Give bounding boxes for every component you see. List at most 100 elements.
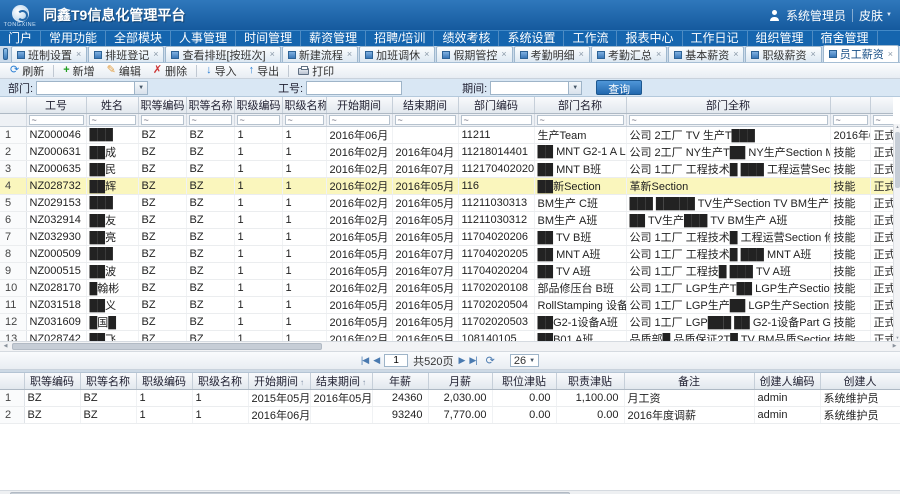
import-button[interactable]: ↓导入 — [200, 64, 243, 78]
tab-item[interactable]: 职级薪资× — [745, 46, 821, 62]
period-input[interactable] — [491, 82, 568, 94]
column-filter[interactable]: ~ — [141, 115, 184, 125]
table-row[interactable]: 2NZ000631██成BZBZ112016年02月2016年04月112180… — [0, 144, 893, 161]
tab-close-icon[interactable]: × — [347, 50, 352, 59]
prev-page-icon[interactable]: ◀ — [373, 355, 379, 366]
scroll-up-icon[interactable]: ▲ — [894, 124, 900, 130]
page-scrollbar[interactable] — [0, 490, 900, 494]
tab-list-icon[interactable] — [3, 48, 8, 60]
column-header[interactable]: 职等编码 — [24, 373, 80, 390]
tab-item[interactable]: 员工薪资× — [823, 45, 899, 62]
column-filter[interactable]: ~ — [537, 115, 624, 125]
tab-item[interactable]: 假期管控× — [436, 46, 512, 62]
column-header[interactable]: 职等名称 — [186, 97, 234, 114]
tab-item[interactable]: 班制设置× — [11, 46, 87, 62]
table-row[interactable]: 1NZ000046███BZBZ112016年06月11211生产Team公司 … — [0, 127, 893, 144]
menu-item[interactable]: 常用功能 — [41, 31, 106, 46]
menu-item[interactable]: 工作日记 — [683, 31, 748, 46]
column-header[interactable]: 职级编码 — [234, 97, 282, 114]
column-header[interactable]: 职位津贴 — [492, 373, 556, 390]
scroll-right-icon[interactable]: ▶ — [889, 342, 900, 351]
reload-icon[interactable]: ⟳ — [486, 354, 495, 367]
column-header[interactable]: 职等编码 — [138, 97, 186, 114]
table-row[interactable]: 12NZ031609█国█BZBZ112016年05月2016年05月11702… — [0, 314, 893, 331]
table-row[interactable]: 6NZ032914██友BZBZ112016年02月2016年05月112110… — [0, 212, 893, 229]
table-row[interactable]: 4NZ028732██辉BZBZ112016年02月2016年05月116██新… — [0, 178, 893, 195]
empno-input[interactable] — [307, 82, 401, 94]
column-header[interactable]: 开始期间↑ — [248, 373, 310, 390]
column-filter[interactable]: ~ — [237, 115, 280, 125]
tab-item[interactable]: 新建流程× — [282, 46, 358, 62]
column-filter[interactable]: ~ — [461, 115, 532, 125]
table-row[interactable]: 8NZ000509███BZBZ112016年05月2016年07月117040… — [0, 246, 893, 263]
table-row[interactable]: 1BZBZ112015年05月2016年05月243602,030.000.00… — [0, 390, 900, 407]
tab-close-icon[interactable]: × — [76, 50, 81, 59]
column-header[interactable] — [870, 97, 893, 114]
column-header[interactable]: 部门名称 — [534, 97, 626, 114]
tab-close-icon[interactable]: × — [270, 50, 275, 59]
tab-close-icon[interactable]: × — [501, 50, 506, 59]
table-row[interactable]: 13NZ028742██飞BZBZ112016年02月2016年05月10814… — [0, 331, 893, 342]
column-filter[interactable]: ~ — [89, 115, 136, 125]
column-header[interactable]: 职级编码 — [136, 373, 192, 390]
tab-item[interactable]: 考勤汇总× — [591, 46, 667, 62]
column-filter[interactable]: ~ — [629, 115, 828, 125]
menu-item[interactable]: 宿舍管理 — [813, 31, 878, 46]
tab-close-icon[interactable]: × — [810, 50, 815, 59]
edit-button[interactable]: ✎编辑 — [101, 64, 147, 78]
column-header[interactable]: 职级名称 — [282, 97, 326, 114]
column-filter[interactable]: ~ — [285, 115, 324, 125]
column-filter[interactable]: ~ — [395, 115, 456, 125]
table-row[interactable]: 2BZBZ112016年06月932407,770.000.000.002016… — [0, 407, 900, 424]
vertical-scroll-thumb[interactable] — [895, 132, 900, 188]
scroll-left-icon[interactable]: ◀ — [0, 342, 11, 351]
menu-item[interactable]: 全部模块 — [106, 31, 171, 46]
column-header[interactable]: 创建人编码 — [754, 373, 820, 390]
column-header[interactable]: 结束期间 — [392, 97, 458, 114]
tab-close-icon[interactable]: × — [153, 50, 158, 59]
horizontal-scrollbar[interactable]: ◀ ▶ — [0, 341, 900, 352]
search-button[interactable]: 查询 — [596, 80, 642, 95]
period-dropdown-icon[interactable]: ▼ — [568, 82, 581, 94]
tab-item[interactable]: 基本薪资× — [668, 46, 744, 62]
column-header[interactable]: 职等名称 — [80, 373, 136, 390]
column-header[interactable]: 备注 — [624, 373, 754, 390]
menu-item[interactable]: 门户 — [0, 31, 41, 46]
menu-item[interactable]: 时间管理 — [236, 31, 301, 46]
tab-item[interactable]: 加班调休× — [359, 46, 435, 62]
tab-item[interactable]: 考勤明细× — [514, 46, 590, 62]
tab-item[interactable]: 查看排班[按班次]× — [165, 46, 280, 62]
column-header[interactable]: 部门全称 — [626, 97, 830, 114]
column-header[interactable]: 工号 — [26, 97, 86, 114]
menu-item[interactable]: 绩效考核 — [434, 31, 499, 46]
dept-dropdown-icon[interactable]: ▼ — [134, 82, 147, 94]
current-user-label[interactable]: 系统管理员 — [786, 7, 846, 24]
column-filter[interactable]: ~ — [189, 115, 232, 125]
menu-item[interactable]: 组织管理 — [748, 31, 813, 46]
table-row[interactable]: 5NZ029153███BZBZ112016年02月2016年05月112110… — [0, 195, 893, 212]
vertical-scrollbar[interactable]: ▲ ▼ — [893, 124, 900, 341]
tab-close-icon[interactable]: × — [733, 50, 738, 59]
print-button[interactable]: 打印 — [292, 64, 340, 78]
delete-button[interactable]: ✗删除 — [147, 64, 193, 78]
page-input[interactable] — [384, 354, 408, 367]
column-header[interactable]: 年薪 — [372, 373, 428, 390]
column-filter[interactable]: ~ — [873, 115, 894, 125]
column-header[interactable]: 职级名称 — [192, 373, 248, 390]
export-button[interactable]: ↑导出 — [243, 64, 286, 78]
column-header[interactable]: 结束期间↑ — [310, 373, 372, 390]
column-header[interactable]: 创建人 — [820, 373, 900, 390]
table-row[interactable]: 7NZ032930██亮BZBZ112016年05月2016年05月117040… — [0, 229, 893, 246]
dept-input[interactable] — [37, 82, 134, 94]
column-filter[interactable]: ~ — [833, 115, 868, 125]
skin-switcher[interactable]: 皮肤 ▼ — [859, 7, 892, 24]
column-header[interactable]: 月薪 — [428, 373, 492, 390]
table-row[interactable]: 11NZ031518██义BZBZ112016年05月2016年05月11702… — [0, 297, 893, 314]
refresh-button[interactable]: ⟳刷新 — [4, 64, 50, 78]
tab-close-icon[interactable]: × — [424, 50, 429, 59]
menu-item[interactable]: 人事管理 — [171, 31, 236, 46]
add-button[interactable]: +新增 — [57, 64, 100, 78]
tab-item[interactable]: 排班登记× — [88, 46, 164, 62]
column-header[interactable] — [830, 97, 870, 114]
horizontal-scroll-thumb[interactable] — [12, 343, 322, 350]
